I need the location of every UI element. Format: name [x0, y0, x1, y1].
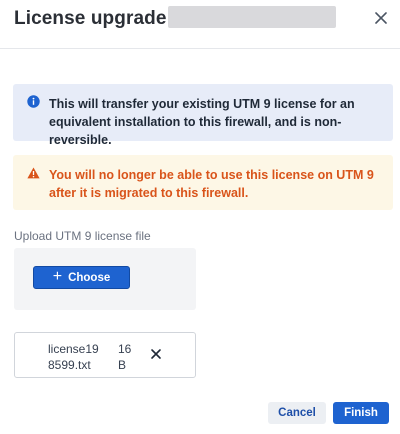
file-name: license198599.txt [48, 342, 99, 372]
warning-banner-text: You will no longer be able to use this l… [49, 168, 374, 200]
choose-button-label: Choose [68, 271, 111, 284]
warning-banner: You will no longer be able to use this l… [13, 155, 393, 210]
remove-file-icon[interactable] [149, 347, 163, 361]
plus-icon: + [52, 268, 63, 285]
dialog-header: License upgrade - [0, 0, 400, 49]
upload-area: + Choose [14, 248, 196, 310]
choose-file-button[interactable]: + Choose [33, 266, 130, 289]
file-size: 16 B [118, 342, 132, 372]
redacted-firewall-name [168, 6, 336, 28]
close-icon [375, 12, 387, 24]
cancel-button[interactable]: Cancel [268, 402, 326, 424]
close-button[interactable] [368, 6, 394, 30]
license-upgrade-dialog: License upgrade - This will transfer you… [0, 0, 400, 434]
info-banner: This will transfer your existing UTM 9 l… [13, 84, 393, 147]
finish-button[interactable]: Finish [333, 402, 389, 424]
dialog-title: License upgrade - [14, 8, 179, 29]
info-circle-icon [27, 95, 40, 108]
warning-triangle-icon [27, 167, 40, 179]
upload-label: Upload UTM 9 license file [14, 229, 151, 243]
info-banner-text: This will transfer your existing UTM 9 l… [49, 97, 355, 147]
uploaded-file-item: license198599.txt 16 B [14, 332, 196, 378]
